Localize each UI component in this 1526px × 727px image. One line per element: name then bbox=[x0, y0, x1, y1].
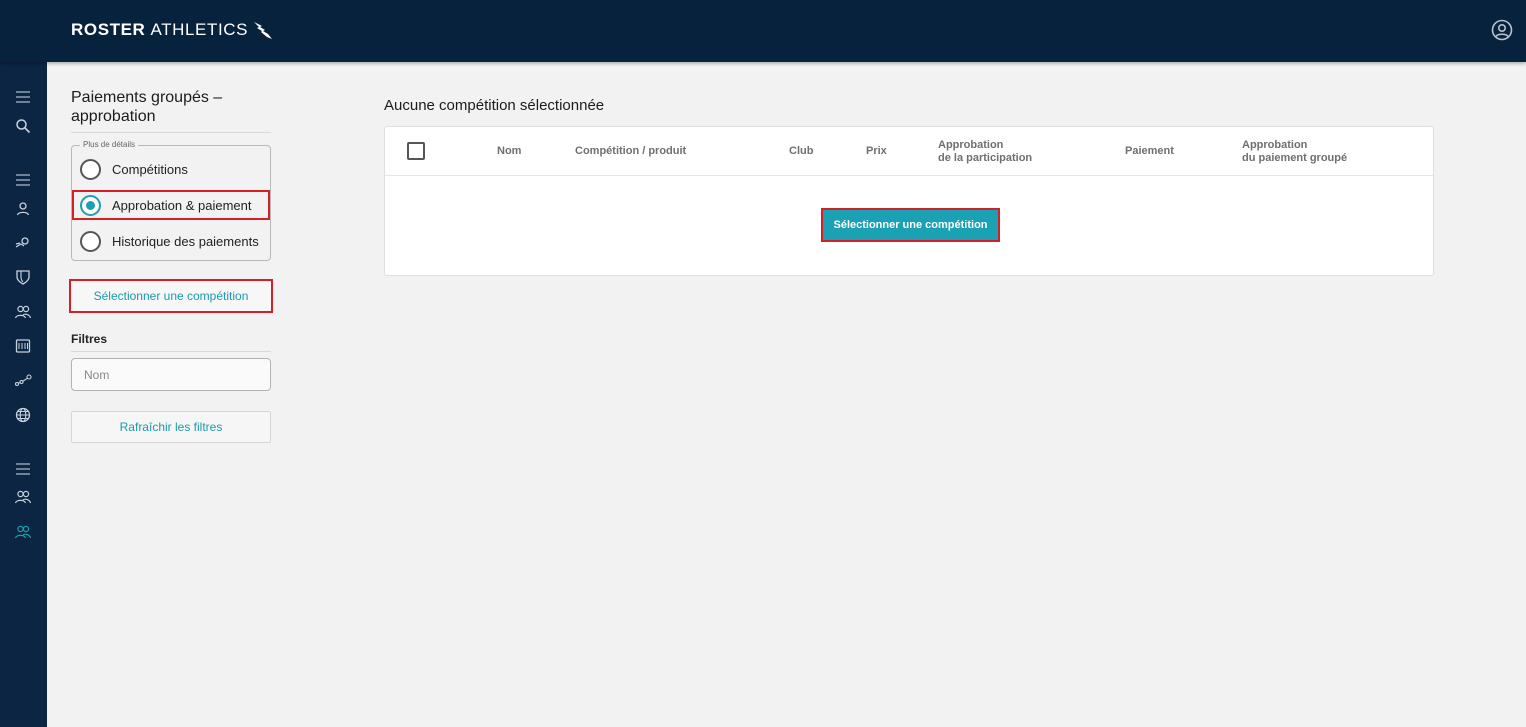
brand-name-bold: ROSTER bbox=[71, 20, 146, 39]
divider bbox=[71, 132, 271, 133]
divider bbox=[71, 351, 271, 352]
column-group-payment-approval-line1: Approbation bbox=[1242, 139, 1308, 151]
search-icon[interactable] bbox=[14, 117, 32, 135]
calendar-icon[interactable] bbox=[14, 337, 32, 355]
column-participation-approval-line1: Approbation bbox=[938, 139, 1004, 151]
main-title: Aucune compétition sélectionnée bbox=[384, 97, 605, 114]
account-circle-icon[interactable] bbox=[1491, 19, 1513, 41]
filters-heading: Filtres bbox=[71, 332, 108, 346]
top-bar: ROSTER ATHLETICS bbox=[0, 0, 1526, 62]
column-participation-approval[interactable]: Approbation de la participation bbox=[938, 139, 1032, 165]
menu-icon[interactable] bbox=[14, 460, 32, 478]
column-name[interactable]: Nom bbox=[497, 145, 521, 158]
radio-label: Approbation & paiement bbox=[112, 197, 252, 213]
radio-approval-payment[interactable]: Approbation & paiement bbox=[72, 190, 270, 220]
column-participation-approval-line2: de la participation bbox=[938, 152, 1033, 164]
select-competition-primary-button[interactable]: Sélectionner une compétition bbox=[821, 208, 1000, 242]
column-group-payment-approval-line2: du paiement groupé bbox=[1242, 152, 1348, 164]
brand-name-regular: ATHLETICS bbox=[150, 20, 249, 39]
table-header: Nom Compétition / produit Club Prix Appr… bbox=[385, 127, 1433, 176]
stats-icon[interactable] bbox=[14, 371, 32, 389]
options-legend: Plus de détails bbox=[80, 140, 139, 150]
radio-payment-history[interactable]: Historique des paiements bbox=[72, 226, 270, 256]
panel-header: Paiements groupés – approbation bbox=[71, 88, 271, 126]
group-icon[interactable] bbox=[14, 488, 32, 506]
group-icon-active[interactable] bbox=[14, 523, 32, 541]
menu-icon[interactable] bbox=[14, 171, 32, 189]
name-filter-input[interactable] bbox=[71, 358, 271, 391]
globe-icon[interactable] bbox=[14, 406, 32, 424]
menu-icon[interactable] bbox=[14, 88, 32, 106]
column-price[interactable]: Prix bbox=[866, 145, 887, 158]
select-all-checkbox[interactable] bbox=[407, 142, 425, 160]
column-competition[interactable]: Compétition / produit bbox=[575, 145, 686, 158]
column-group-payment-approval[interactable]: Approbation du paiement groupé bbox=[1242, 139, 1347, 165]
winged-shoe-icon bbox=[254, 22, 273, 39]
radio-circle-selected[interactable] bbox=[80, 194, 101, 216]
group-icon[interactable] bbox=[14, 303, 32, 321]
side-nav bbox=[0, 62, 47, 727]
column-payment[interactable]: Paiement bbox=[1125, 145, 1174, 158]
brand-logo[interactable]: ROSTER ATHLETICS bbox=[71, 20, 274, 40]
view-options-group: Plus de détails Compétitions Approbation… bbox=[71, 140, 271, 261]
radio-circle[interactable] bbox=[80, 230, 101, 252]
radio-label: Historique des paiements bbox=[112, 233, 259, 249]
page-title: Paiements groupés – approbation bbox=[71, 89, 223, 125]
refresh-filters-button[interactable]: Rafraîchir les filtres bbox=[71, 411, 271, 443]
radio-competitions[interactable]: Compétitions bbox=[72, 154, 270, 184]
person-icon[interactable] bbox=[14, 200, 32, 218]
radio-label: Compétitions bbox=[112, 161, 188, 177]
column-club[interactable]: Club bbox=[789, 145, 813, 158]
athlete-icon[interactable] bbox=[14, 234, 32, 252]
select-competition-button[interactable]: Sélectionner une compétition bbox=[69, 279, 273, 313]
shield-icon[interactable] bbox=[14, 268, 32, 286]
radio-circle[interactable] bbox=[80, 158, 101, 180]
payments-table: Nom Compétition / produit Club Prix Appr… bbox=[384, 126, 1434, 276]
